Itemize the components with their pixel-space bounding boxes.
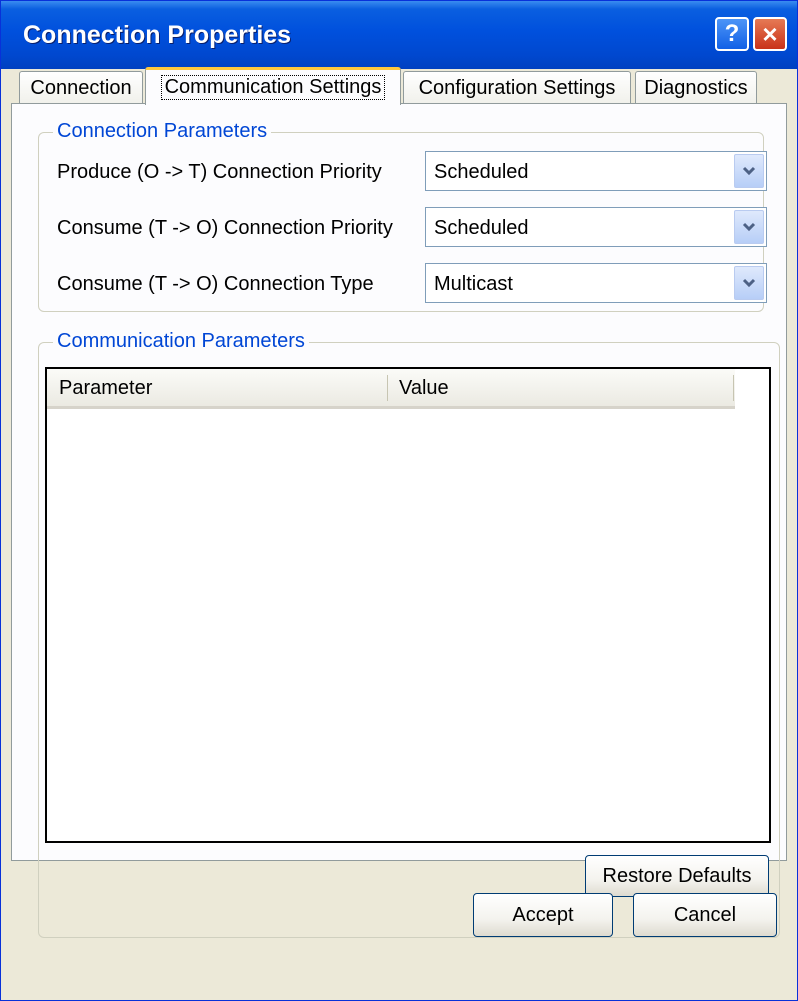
column-divider[interactable]: [387, 375, 388, 401]
button-label: Accept: [512, 903, 574, 926]
tab-connection[interactable]: Connection: [19, 71, 143, 105]
tab-label: Diagnostics: [644, 77, 748, 99]
tab-label: Configuration Settings: [418, 77, 616, 99]
consume-type-label: Consume (T -> O) Connection Type: [57, 273, 374, 295]
chevron-down-icon[interactable]: [734, 210, 764, 244]
close-icon: ×: [762, 18, 778, 49]
close-button[interactable]: ×: [753, 17, 787, 51]
chevron-down-icon[interactable]: [734, 154, 764, 188]
dropdown-value: Multicast: [434, 273, 513, 295]
dropdown-value: Scheduled: [434, 161, 529, 183]
help-button[interactable]: ?: [715, 17, 749, 51]
group-title: Connection Parameters: [53, 120, 272, 143]
connection-parameters-group: Connection Parameters Produce (O -> T) C…: [38, 120, 767, 312]
cancel-button[interactable]: Cancel: [633, 893, 777, 937]
restore-defaults-button[interactable]: Restore Defaults: [585, 855, 769, 897]
dialog-title: Connection Properties: [23, 21, 292, 49]
connection-properties-dialog: Connection Properties ? × Connection Com…: [0, 0, 798, 1001]
consume-priority-dropdown[interactable]: Scheduled: [425, 207, 767, 247]
tab-label: Communication Settings: [160, 75, 386, 100]
tab-configuration-settings[interactable]: Configuration Settings: [403, 71, 631, 105]
question-mark-icon: ?: [724, 20, 740, 47]
column-header-parameter[interactable]: Parameter: [59, 377, 152, 400]
list-header: Parameter Value: [47, 369, 735, 409]
produce-priority-dropdown[interactable]: Scheduled: [425, 151, 767, 191]
tab-diagnostics[interactable]: Diagnostics: [635, 71, 757, 105]
consume-type-dropdown[interactable]: Multicast: [425, 263, 767, 303]
chevron-down-icon[interactable]: [734, 266, 764, 300]
tab-strip: Connection Communication Settings Config…: [11, 67, 791, 105]
communication-settings-panel: Connection Parameters Produce (O -> T) C…: [11, 103, 787, 938]
tab-communication-settings[interactable]: Communication Settings: [145, 67, 401, 105]
column-header-value[interactable]: Value: [399, 377, 449, 400]
parameters-list[interactable]: Parameter Value: [45, 367, 771, 843]
title-bar[interactable]: Connection Properties ? ×: [1, 1, 797, 69]
tab-label: Connection: [30, 77, 132, 99]
dropdown-value: Scheduled: [434, 217, 529, 239]
button-label: Restore Defaults: [602, 864, 752, 887]
consume-priority-label: Consume (T -> O) Connection Priority: [57, 217, 393, 239]
group-title: Communication Parameters: [53, 330, 309, 353]
accept-button[interactable]: Accept: [473, 893, 613, 937]
button-label: Cancel: [673, 903, 737, 926]
produce-priority-label: Produce (O -> T) Connection Priority: [57, 161, 382, 183]
column-divider[interactable]: [733, 375, 734, 401]
communication-parameters-group: Communication Parameters Parameter Value…: [38, 330, 780, 938]
